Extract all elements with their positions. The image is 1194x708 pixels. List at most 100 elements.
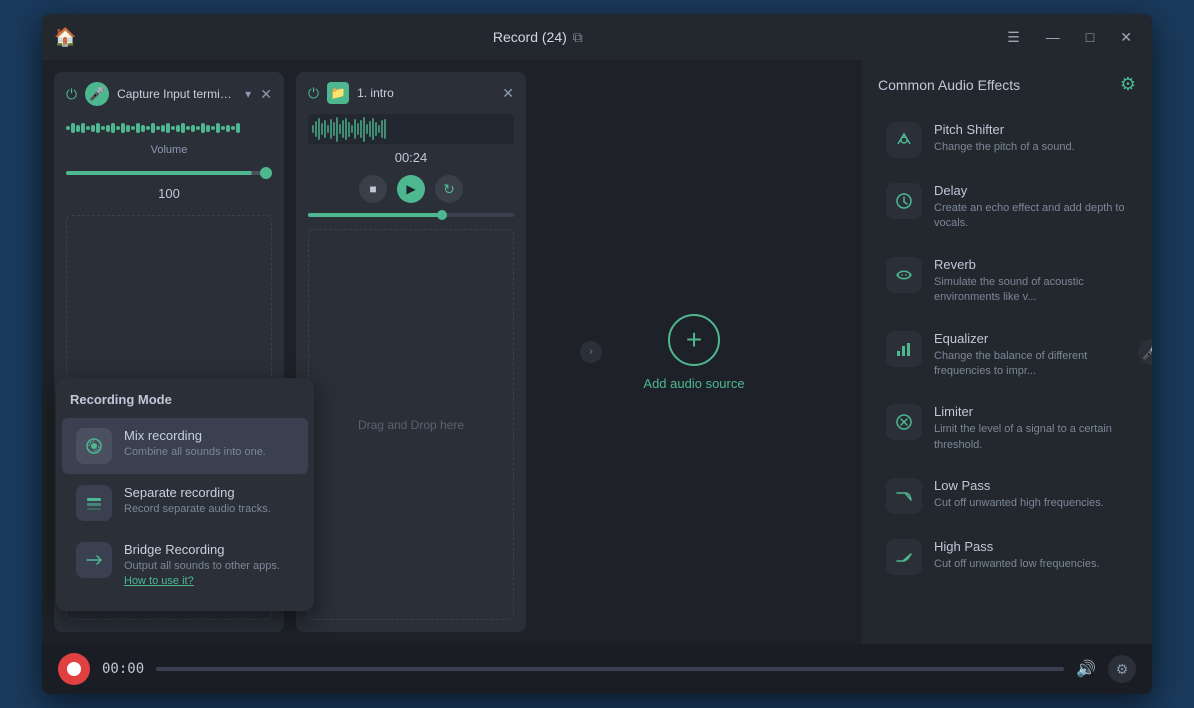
wbar xyxy=(339,124,341,134)
wave-dot xyxy=(201,123,205,133)
wave-dot xyxy=(86,126,90,130)
wave-dot xyxy=(236,123,240,133)
wave-dot xyxy=(71,123,75,133)
wave-dot xyxy=(156,126,160,130)
title-bar: 🏠 Record (24) ⧉ ☰ — □ ✕ xyxy=(42,14,1152,60)
effect-item-high-pass[interactable]: High Pass Cut off unwanted low frequenci… xyxy=(870,527,1144,587)
wave-dot xyxy=(186,126,190,130)
separate-recording-name: Separate recording xyxy=(124,485,294,500)
reverb-desc: Simulate the sound of acoustic environme… xyxy=(934,275,1128,306)
source2-close-icon[interactable]: ✕ xyxy=(502,85,514,102)
wave-dot xyxy=(161,125,165,132)
recording-mode-title: Recording Mode xyxy=(56,392,314,417)
low-pass-icon xyxy=(886,478,922,514)
wave-dot xyxy=(91,125,95,132)
effect-item-pitch-shifter[interactable]: Pitch Shifter Change the pitch of a soun… xyxy=(870,110,1144,170)
wave-dot xyxy=(211,126,215,130)
wbar xyxy=(351,125,353,133)
recording-mode-popup: Recording Mode Mix recording Combine all… xyxy=(56,378,314,611)
pitch-shifter-name: Pitch Shifter xyxy=(934,122,1128,137)
menu-button[interactable]: ☰ xyxy=(999,25,1028,50)
source1-volume-value: 100 xyxy=(54,184,284,209)
source1-title: Capture Input terminal (F... xyxy=(117,87,237,101)
minimize-button[interactable]: — xyxy=(1038,25,1068,49)
effect-item-delay[interactable]: Delay Create an echo effect and add dept… xyxy=(870,171,1144,244)
wbar xyxy=(321,123,323,135)
maximize-button[interactable]: □ xyxy=(1078,25,1102,49)
wbar xyxy=(363,117,365,142)
wbar xyxy=(354,119,356,139)
home-icon[interactable]: 🏠 xyxy=(54,27,76,48)
external-link-icon[interactable]: ⧉ xyxy=(573,29,583,46)
close-button[interactable]: ✕ xyxy=(1112,25,1140,50)
app-window: 🏠 Record (24) ⧉ ☰ — □ ✕ ⏻ 🎤 Capture Inpu… xyxy=(42,14,1152,694)
wbar xyxy=(315,121,317,137)
wave-dot xyxy=(146,126,150,130)
source2-power-icon[interactable]: ⏻ xyxy=(308,85,319,102)
wave-dot xyxy=(66,126,70,130)
mode-item-bridge[interactable]: Bridge Recording Output all sounds to ot… xyxy=(62,532,308,600)
wave-dot xyxy=(216,123,220,133)
record-button[interactable] xyxy=(58,653,90,685)
wbar xyxy=(366,124,368,134)
source1-close-icon[interactable]: ✕ xyxy=(260,86,272,103)
mode-item-separate[interactable]: Separate recording Record separate audio… xyxy=(62,475,308,531)
low-pass-name: Low Pass xyxy=(934,478,1128,493)
mix-recording-icon xyxy=(76,428,112,464)
source2-progress-track xyxy=(308,213,514,217)
source1-slider-wrap xyxy=(54,158,284,184)
effect-item-equalizer[interactable]: Equalizer Change the balance of differen… xyxy=(870,319,1144,392)
title-bar-center: Record (24) ⧉ xyxy=(493,29,583,46)
title-bar-left: 🏠 xyxy=(54,27,76,48)
wave-dot xyxy=(171,126,175,130)
source2-loop-button[interactable]: ↻ xyxy=(435,175,463,203)
source2-stop-button[interactable]: ■ xyxy=(359,175,387,203)
main-progress-bar xyxy=(156,667,1064,671)
wave-dot xyxy=(101,126,105,130)
wave-dot xyxy=(231,126,235,130)
bridge-how-to-link[interactable]: How to use it? xyxy=(124,575,194,587)
wave-dot xyxy=(96,123,100,133)
equalizer-name: Equalizer xyxy=(934,331,1128,346)
effect-item-reverb[interactable]: Reverb Simulate the sound of acoustic en… xyxy=(870,245,1144,318)
volume-icon[interactable]: 🔊 xyxy=(1076,659,1096,679)
effect-item-low-pass[interactable]: Low Pass Cut off unwanted high frequenci… xyxy=(870,466,1144,526)
equalizer-icon xyxy=(886,331,922,367)
effect-item-limiter[interactable]: Limiter Limit the level of a signal to a… xyxy=(870,392,1144,465)
source2-play-button[interactable]: ▶ xyxy=(397,175,425,203)
source1-dropdown-icon[interactable]: ▾ xyxy=(245,87,251,101)
bridge-recording-desc: Output all sounds to other apps. How to … xyxy=(124,559,294,590)
source2-progress-fill xyxy=(308,213,442,217)
wbar xyxy=(327,125,329,133)
wbar xyxy=(360,120,362,138)
source1-power-icon[interactable]: ⏻ xyxy=(66,86,77,103)
source2-timer: 00:24 xyxy=(296,144,526,171)
source1-volume-slider[interactable] xyxy=(66,171,272,175)
delay-name: Delay xyxy=(934,183,1128,198)
source2-progress xyxy=(296,207,526,223)
main-content: ⏻ 🎤 Capture Input terminal (F... ▾ ✕ xyxy=(42,60,1152,644)
wave-dot xyxy=(126,125,130,132)
wave-dot xyxy=(181,123,185,133)
separate-recording-icon xyxy=(76,485,112,521)
source2-drag-area: Drag and Drop here xyxy=(308,229,514,620)
delay-desc: Create an echo effect and add depth to v… xyxy=(934,201,1128,232)
wbar xyxy=(372,118,374,140)
effects-filter-icon[interactable]: ⚙ xyxy=(1120,74,1136,95)
wbar xyxy=(336,117,338,142)
reverb-name: Reverb xyxy=(934,257,1128,272)
source2-title: 1. intro xyxy=(357,86,394,100)
collapse-arrow-button[interactable]: › xyxy=(580,341,602,363)
source2-progress-thumb xyxy=(437,210,447,220)
wave-dot xyxy=(191,125,195,132)
wbar xyxy=(384,119,386,139)
low-pass-desc: Cut off unwanted high frequencies. xyxy=(934,496,1128,511)
pitch-shifter-icon xyxy=(886,122,922,158)
wave-dot xyxy=(206,125,210,132)
wave-dot xyxy=(141,125,145,132)
mode-item-mix[interactable]: Mix recording Combine all sounds into on… xyxy=(62,418,308,474)
settings-button[interactable]: ⚙ xyxy=(1108,655,1136,683)
high-pass-name: High Pass xyxy=(934,539,1128,554)
wave-dot xyxy=(176,125,180,132)
wave-dot xyxy=(81,123,85,133)
